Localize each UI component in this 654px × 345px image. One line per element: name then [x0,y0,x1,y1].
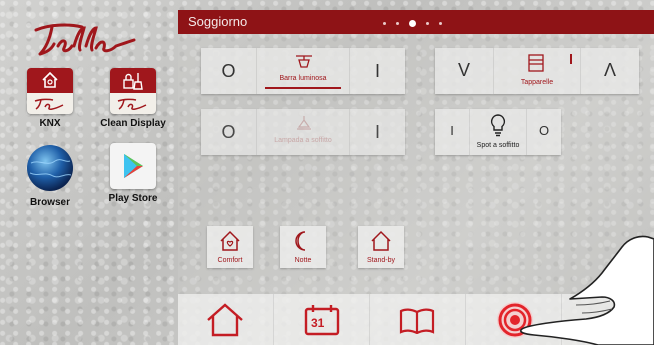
shutter-stop-marker [570,54,572,64]
active-underline [265,87,341,89]
page-dot[interactable] [426,22,429,25]
brand-logo [34,23,136,56]
light-bulb-icon [490,114,506,137]
app-clean-display[interactable]: Clean Display [98,68,168,129]
barra-on-button[interactable]: I [350,48,405,94]
off-symbol: O [221,61,236,81]
page-indicator [383,20,442,27]
spot-on-button[interactable]: I [435,109,470,155]
page-dot[interactable] [383,22,386,25]
up-symbol: Λ [603,60,617,80]
spot-off-button[interactable]: O [527,109,561,155]
lampada-label-button[interactable]: Lampada a soffitto [257,109,350,155]
tapparelle-label: Tapparelle [520,79,554,86]
scene-notte-button[interactable]: Notte [280,226,326,268]
scene-label: Stand-by [366,257,396,264]
nav-calendar-button[interactable]: 31 [274,294,370,345]
off-symbol: O [538,123,550,138]
hand-pointer-icon [519,235,654,345]
on-symbol: I [450,123,454,138]
spot-soffitto-control: I Spot a soffitto O [435,109,561,155]
globe-icon [27,145,73,191]
barra-label-button[interactable]: Barra luminosa [257,48,350,94]
nav-book-button[interactable] [370,294,466,345]
app-launcher: KNX Clean Display Browser Play Store [0,0,178,345]
app-label: Play Store [108,193,158,204]
app-label: KNX [39,118,61,129]
tapparelle-up-button[interactable]: Λ [581,48,639,94]
lampada-soffitto-control: O Lampada a soffitto I [201,109,405,155]
home-icon [207,303,243,337]
on-symbol: I [374,122,380,142]
house-outline-icon [371,230,391,251]
page-dot-active[interactable] [409,20,416,27]
book-icon [399,308,435,334]
room-title: Soggiorno [188,14,248,29]
brush-lock-icon [110,68,156,114]
ceiling-bar-light-icon [296,55,312,68]
page-dot[interactable] [396,22,399,25]
barra-off-button[interactable]: O [201,48,257,94]
barra-label: Barra luminosa [279,75,327,82]
app-label: Browser [29,197,70,208]
house-icon [27,68,73,114]
lampada-on-button[interactable]: I [350,109,405,155]
scene-label: Comfort [217,257,243,264]
on-symbol: I [374,61,380,81]
moon-icon [295,231,306,251]
off-symbol: O [221,122,236,142]
tapparelle-control: V Tapparelle Λ [435,48,639,94]
lampada-off-button[interactable]: O [201,109,257,155]
calendar-day: 31 [311,316,325,330]
house-heart-icon [220,230,240,251]
spot-label: Spot a soffitto [476,142,520,149]
tapparelle-down-button[interactable]: V [435,48,494,94]
lampada-label: Lampada a soffitto [274,137,332,144]
down-symbol: V [457,60,470,80]
shutter-icon [528,54,544,72]
nav-home-button[interactable] [178,294,274,345]
room-titlebar: Soggiorno [178,10,654,34]
app-knx[interactable]: KNX [15,68,85,129]
ceiling-lamp-icon [297,116,311,130]
scene-label: Notte [294,257,312,264]
barra-luminosa-control: O Barra luminosa I [201,48,405,94]
app-play-store[interactable]: Play Store [98,143,168,204]
scene-standby-button[interactable]: Stand-by [358,226,404,268]
play-store-icon [110,143,156,189]
scene-comfort-button[interactable]: Comfort [207,226,253,268]
page-dot[interactable] [439,22,442,25]
app-browser[interactable]: Browser [15,143,85,208]
app-label: Clean Display [100,118,166,129]
tapparelle-label-button[interactable]: Tapparelle [494,48,581,94]
spot-label-button[interactable]: Spot a soffitto [470,109,527,155]
